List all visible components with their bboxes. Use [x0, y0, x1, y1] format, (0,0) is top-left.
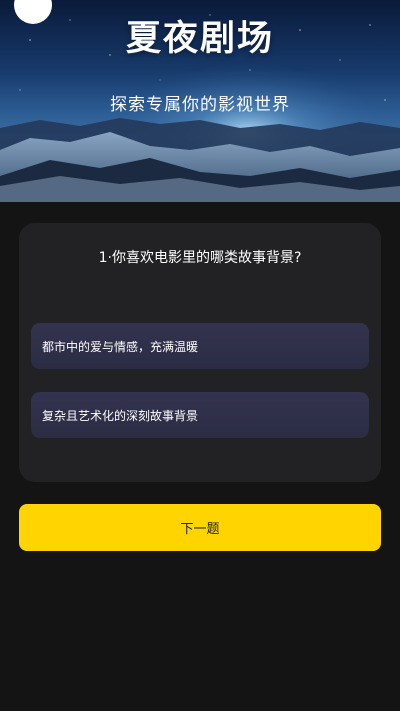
- answer-option-1[interactable]: 都市中的爱与情感，充满温暖: [31, 323, 369, 369]
- next-question-label: 下一题: [180, 522, 220, 537]
- page-title: 夏夜剧场: [125, 19, 274, 59]
- chevron-left-icon: [14, 0, 30, 2]
- answer-option-label: 都市中的爱与情感，充满温暖: [42, 339, 199, 354]
- hero-banner: 夏夜剧场 探索专属你的影视世界: [0, 0, 400, 202]
- answer-option-label: 复杂且艺术化的深刻故事背景: [42, 408, 199, 423]
- quiz-card: 1·你喜欢电影里的哪类故事背景? 都市中的爱与情感，充满温暖 复杂且艺术化的深刻…: [19, 223, 381, 482]
- answer-option-2[interactable]: 复杂且艺术化的深刻故事背景: [31, 392, 369, 438]
- next-question-button[interactable]: 下一题: [19, 504, 381, 551]
- question-text: 1·你喜欢电影里的哪类故事背景?: [98, 250, 302, 266]
- page-subtitle: 探索专属你的影视世界: [110, 95, 290, 115]
